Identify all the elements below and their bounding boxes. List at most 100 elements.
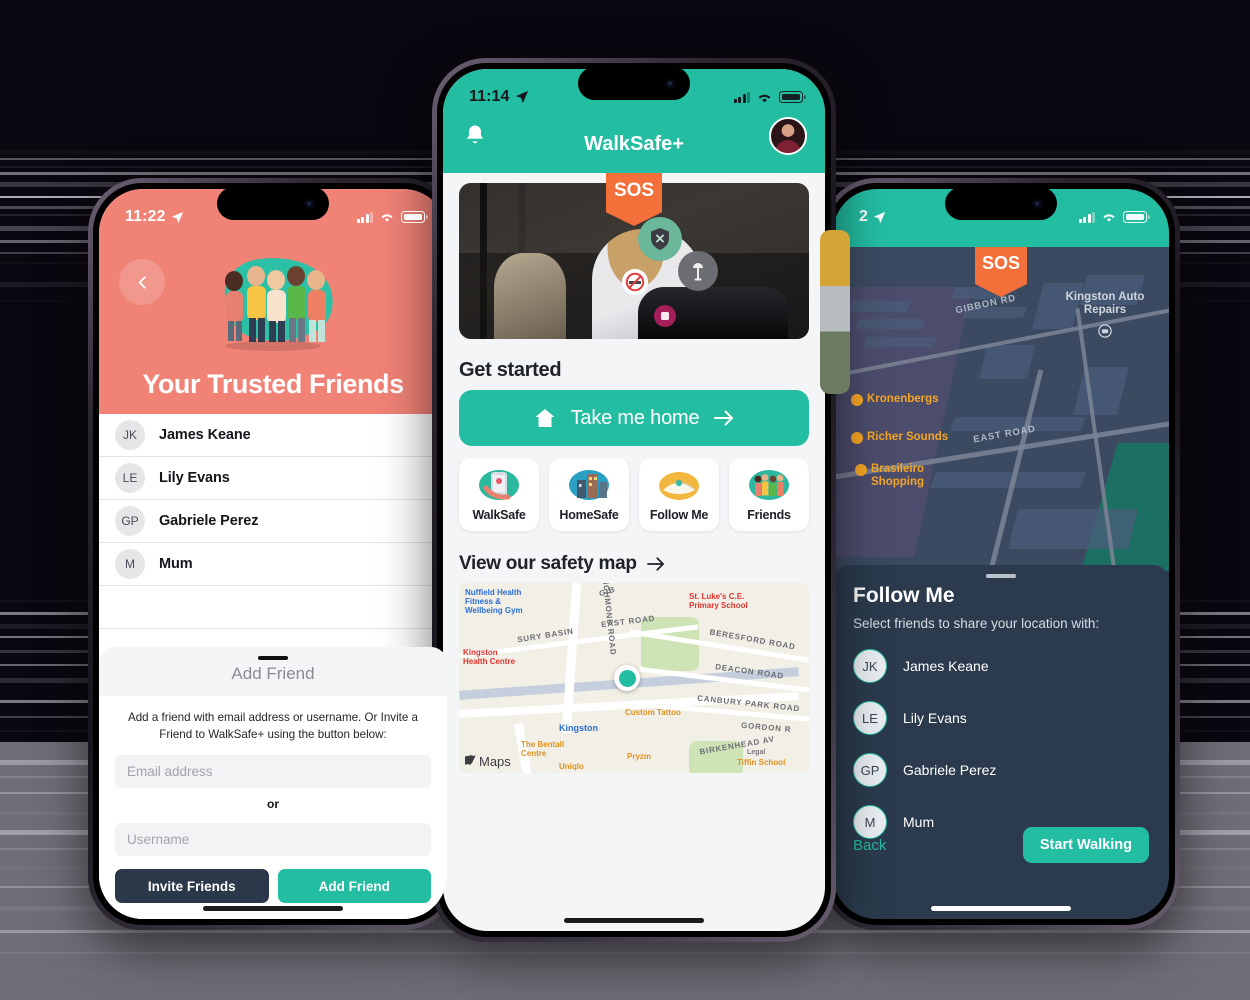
friends-group-illustration (747, 468, 791, 502)
map-poi-label[interactable]: Tiffin School (737, 758, 785, 768)
battery-icon (401, 211, 428, 223)
tile-homesafe[interactable]: HomeSafe (549, 458, 629, 531)
back-link[interactable]: Back (853, 837, 886, 854)
sheet-body: Add a friend with email address or usern… (99, 696, 447, 919)
sheet-grabber[interactable] (258, 656, 288, 661)
tile-walksafe[interactable]: WalkSafe (459, 458, 539, 531)
avatar: LE (115, 463, 145, 493)
notifications-button[interactable] (463, 123, 487, 153)
tile-followme[interactable]: Follow Me (639, 458, 719, 531)
street-lamp-icon[interactable] (678, 251, 718, 291)
map-poi-label[interactable]: Brasileiro Shopping (855, 463, 955, 489)
poi-name: Brasileiro Shopping (871, 463, 925, 488)
wifi-icon (1103, 214, 1115, 222)
feature-tiles: WalkSafe HomeSafe Follow Me Friends (443, 446, 825, 531)
carousel-peek-card[interactable] (820, 230, 850, 394)
friend-name: James Keane (903, 658, 989, 674)
wifi-icon (758, 94, 771, 102)
map-poi-label[interactable]: Uniqlo (559, 762, 584, 772)
start-walking-button[interactable]: Start Walking (1022, 827, 1149, 863)
current-location-marker (614, 665, 640, 691)
map-attribution: Maps (465, 754, 511, 769)
add-friend-button[interactable]: Add Friend (277, 869, 431, 903)
home-icon (535, 409, 555, 427)
alert-glyph (661, 312, 669, 320)
shop-icon (851, 432, 863, 444)
email-field[interactable]: Email address (115, 755, 431, 788)
status-time: 11:14 (469, 88, 510, 105)
tile-label: HomeSafe (559, 508, 619, 522)
safety-map-heading: View our safety map (459, 553, 637, 574)
trusted-friends-list: JK James Keane ✕ LE Lily Evans ✕ GP Gabr… (99, 414, 447, 629)
map-poi-label[interactable]: The Bentall Centre (521, 740, 573, 759)
map-poi-label[interactable]: Pryzm (627, 752, 651, 762)
panel-footer: Back Start Walking (853, 827, 1149, 863)
follow-me-panel: Follow Me Select friends to share your l… (833, 565, 1169, 919)
phone-mockup-right: 2 GIBBON RD EAST ROAD Kingston Auto Repa… (822, 178, 1180, 930)
tile-friends[interactable]: Friends (729, 458, 809, 531)
list-item[interactable]: GP Gabriele Perez ✕ (99, 500, 447, 543)
cellular-bars-icon (1078, 211, 1095, 223)
map-poi-label[interactable]: St. Luke's C.E. Primary School (689, 592, 761, 611)
shield-glyph (651, 228, 669, 250)
avatar: JK (853, 649, 887, 683)
arrow-right-icon (714, 410, 734, 426)
take-me-home-button[interactable]: Take me home (459, 390, 809, 446)
list-item[interactable]: LE Lily Evans ✕ (99, 457, 447, 500)
map-poi-label[interactable]: Kingston (559, 723, 598, 733)
left-screen: 11:22 Your Trusted Friends JK James Kean… (99, 189, 447, 919)
avatar: GP (853, 753, 887, 787)
hero-person-background (494, 253, 566, 339)
avatar[interactable] (769, 117, 807, 155)
friend-name: Gabriele Perez (903, 762, 997, 778)
list-item[interactable]: GP Gabriele Perez (853, 753, 1149, 787)
map-building (1073, 367, 1129, 415)
battery-icon (1123, 211, 1150, 223)
wifi-icon (381, 214, 393, 222)
map-poi-label[interactable]: Kronenbergs (851, 393, 939, 406)
poi-name: Richer Sounds (867, 431, 949, 443)
username-field[interactable]: Username (115, 823, 431, 856)
map-poi-label[interactable]: Kingston Health Centre (463, 648, 521, 667)
home-indicator[interactable] (203, 906, 343, 911)
list-item[interactable]: M Mum (99, 543, 447, 586)
poi-name: Kronenbergs (867, 393, 939, 405)
map-poi-label[interactable]: Kingston Auto Repairs (1045, 291, 1165, 338)
map-poi-label[interactable]: Custom Tattoo (625, 708, 681, 718)
chevron-left-icon (138, 275, 146, 289)
no-smoking-icon[interactable] (622, 269, 648, 295)
alert-icon[interactable] (654, 305, 676, 327)
list-item[interactable]: JK James Keane ✕ (99, 414, 447, 457)
dynamic-island (217, 187, 329, 220)
avatar: JK (115, 420, 145, 450)
safety-map-preview[interactable]: Nuffield Health Fitness & Wellbeing Gym … (459, 583, 809, 773)
map-poi-label[interactable]: Nuffield Health Fitness & Wellbeing Gym (465, 588, 537, 616)
page-title: Your Trusted Friends (142, 369, 404, 399)
shield-x-icon[interactable] (638, 217, 682, 261)
location-arrow-icon (873, 211, 886, 223)
list-item[interactable]: JK James Keane (853, 649, 1149, 683)
list-item[interactable]: LE Lily Evans (853, 701, 1149, 735)
home-indicator[interactable] (564, 918, 704, 923)
front-camera-icon (665, 78, 676, 89)
shop-icon (851, 394, 863, 406)
car-repair-icon (1098, 324, 1112, 338)
sheet-grabber[interactable] (986, 574, 1016, 578)
battery-icon (779, 91, 806, 103)
shop-icon (855, 464, 867, 476)
tile-label: Friends (747, 508, 791, 522)
friend-name: Gabriele Perez (159, 513, 259, 529)
friend-name: Lily Evans (903, 710, 967, 726)
back-button[interactable] (119, 259, 165, 305)
safety-map-link[interactable]: View our safety map (443, 531, 825, 583)
map-park-area (1080, 443, 1169, 571)
invite-friends-button[interactable]: Invite Friends (115, 869, 269, 903)
avatar: LE (853, 701, 887, 735)
friend-name: James Keane (159, 427, 251, 443)
dynamic-island (945, 187, 1057, 220)
sheet-button-row: Invite Friends Add Friend (115, 869, 431, 903)
phone-map-illustration (477, 468, 521, 502)
map-poi-label[interactable]: Richer Sounds (851, 431, 948, 444)
open-map-illustration (657, 468, 701, 502)
home-indicator[interactable] (931, 906, 1071, 911)
